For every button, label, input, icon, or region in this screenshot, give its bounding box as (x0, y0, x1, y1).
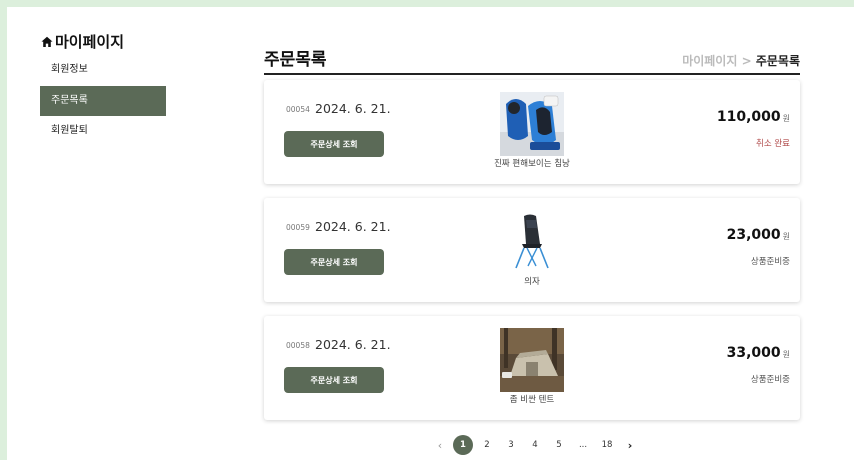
breadcrumb: 마이페이지 > 주문목록 (682, 52, 800, 69)
chevron-right-icon[interactable]: › (619, 439, 641, 452)
sidebar-item-label: 회원탈퇴 (51, 125, 88, 136)
order-date: 2024. 6. 21. (315, 337, 391, 352)
breadcrumb-separator: > (741, 54, 752, 68)
order-price: 33,000 원 (727, 345, 790, 361)
sidebar-item-label: 주문목록 (51, 95, 88, 106)
breadcrumb-parent[interactable]: 마이페이지 (682, 54, 737, 68)
header-divider (264, 73, 800, 75)
sidebar-item-label: 회원정보 (51, 64, 88, 75)
order-detail-button[interactable]: 주문상세 조회 (284, 131, 384, 157)
order-number: 00054 (286, 105, 310, 114)
order-date: 2024. 6. 21. (315, 101, 391, 116)
product-image-sleeping-bag[interactable] (500, 92, 564, 156)
page-button-3[interactable]: 3 (499, 440, 523, 450)
sidebar-item-orders[interactable]: 주문목록 (40, 86, 166, 116)
product-name: 의자 (524, 277, 540, 287)
order-status: 상품준비중 (750, 375, 790, 385)
order-number: 00058 (286, 341, 310, 350)
page-button-1[interactable]: 1 (453, 435, 473, 455)
product-name: 진짜 편해보이는 침낭 (494, 159, 570, 169)
price-currency: 원 (782, 114, 790, 123)
page-title: 주문목록 (264, 50, 327, 70)
order-date: 2024. 6. 21. (315, 219, 391, 234)
order-detail-button[interactable]: 주문상세 조회 (284, 249, 384, 275)
page-button-2[interactable]: 2 (475, 440, 499, 450)
page: 마이페이지 회원정보 주문목록 회원탈퇴 주문목록 마이페이지 > 주문목록 0… (7, 7, 854, 460)
price-currency: 원 (782, 350, 790, 359)
sidebar-item-withdraw[interactable]: 회원탈퇴 (40, 116, 166, 146)
product-image-tent[interactable] (500, 328, 564, 392)
page-button-last[interactable]: 18 (595, 440, 619, 450)
order-number: 00059 (286, 223, 310, 232)
price-value: 110,000 (716, 109, 781, 125)
chevron-left-icon[interactable]: ‹ (429, 439, 451, 452)
sidebar-title: 마이페이지 (41, 31, 124, 52)
page-button-5[interactable]: 5 (547, 440, 571, 450)
product-name: 좀 비싼 텐트 (509, 395, 555, 405)
order-card: 00054 2024. 6. 21. 주문상세 조회 진짜 편해보이는 침낭 1… (264, 80, 800, 184)
sidebar-title-text: 마이페이지 (55, 33, 125, 51)
breadcrumb-current: 주문목록 (755, 54, 800, 68)
order-detail-button[interactable]: 주문상세 조회 (284, 367, 384, 393)
pagination: ‹ 1 2 3 4 5 ... 18 › (429, 435, 641, 455)
order-card: 00059 2024. 6. 21. 주문상세 조회 의자 23,000 원 상품… (264, 198, 800, 302)
order-card: 00058 2024. 6. 21. 주문상세 조회 좀 비싼 텐트 33,00… (264, 316, 800, 420)
page-button-4[interactable]: 4 (523, 440, 547, 450)
price-currency: 원 (782, 232, 790, 241)
home-icon (41, 36, 53, 47)
price-value: 33,000 (726, 345, 781, 361)
order-price: 23,000 원 (727, 227, 790, 243)
price-value: 23,000 (726, 227, 781, 243)
product-image-chair[interactable] (500, 210, 564, 274)
order-price: 110,000 원 (717, 109, 790, 125)
page-ellipsis: ... (578, 440, 588, 450)
sidebar-item-member-info[interactable]: 회원정보 (40, 55, 166, 85)
order-status: 취소 완료 (756, 139, 790, 149)
order-status: 상품준비중 (750, 257, 790, 267)
